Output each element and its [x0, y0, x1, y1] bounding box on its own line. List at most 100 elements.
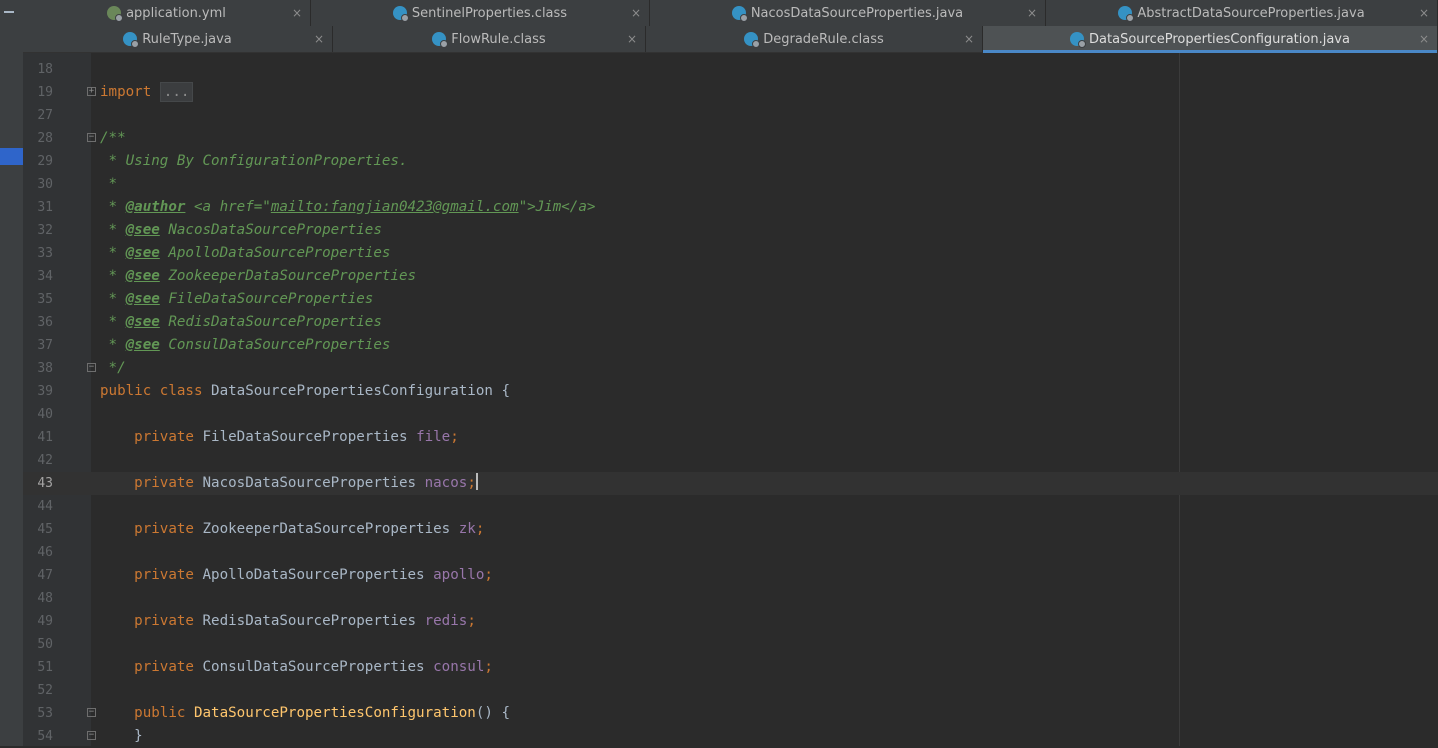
close-icon[interactable]: × [1419, 6, 1429, 20]
code-text: private ConsulDataSourceProperties consu… [100, 656, 493, 679]
code-line[interactable]: 46 [23, 541, 1438, 564]
code-line[interactable]: 35 * @see FileDataSourceProperties [23, 288, 1438, 311]
close-icon[interactable]: × [627, 32, 637, 46]
folded-imports[interactable]: ... [159, 82, 194, 102]
code-line[interactable]: 29 * Using By ConfigurationProperties. [23, 150, 1438, 173]
code-line[interactable]: 18 [23, 58, 1438, 81]
line-number: 40 [37, 407, 53, 422]
code-line[interactable]: 47 private ApolloDataSourceProperties ap… [23, 564, 1438, 587]
code-line[interactable]: 43 private NacosDataSourceProperties nac… [23, 472, 1438, 495]
code-line[interactable]: 49 private RedisDataSourceProperties red… [23, 610, 1438, 633]
doc-comment-prefix: * [100, 337, 126, 353]
tab-label: FlowRule.class [451, 31, 546, 47]
code-text: * [100, 173, 118, 196]
field-type: FileDataSourceProperties [193, 429, 417, 445]
keyword: import [100, 84, 152, 100]
code-text: * @see ApolloDataSourceProperties [100, 242, 391, 265]
doc-comment-prefix: * [100, 314, 126, 330]
line-number: 41 [37, 430, 53, 445]
field-name: nacos [424, 475, 468, 491]
semicolon: ; [484, 659, 493, 675]
code-line[interactable]: 19 + import ... [23, 81, 1438, 104]
tab-label: NacosDataSourceProperties.java [750, 5, 964, 21]
selection-marker [0, 148, 23, 165]
code-text: * @see ZookeeperDataSourceProperties [100, 265, 417, 288]
close-icon[interactable]: × [292, 6, 302, 20]
doc-comment-prefix: * [100, 268, 126, 284]
line-number: 27 [37, 108, 53, 123]
line-number: 34 [37, 269, 53, 284]
code-line[interactable]: 28 −/** [23, 127, 1438, 150]
code-line[interactable]: 51 private ConsulDataSourceProperties co… [23, 656, 1438, 679]
close-icon[interactable]: × [1419, 32, 1429, 46]
code-line[interactable]: 27 [23, 104, 1438, 127]
fold-collapse-icon[interactable]: − [87, 133, 96, 142]
code-line[interactable]: 42 [23, 449, 1438, 472]
constructor-name: DataSourcePropertiesConfiguration [185, 705, 476, 721]
class-icon [731, 6, 748, 22]
code-line[interactable]: 48 [23, 587, 1438, 610]
code-line[interactable]: 38 − */ [23, 357, 1438, 380]
doc-comment-prefix: * [100, 291, 126, 307]
editor-tab[interactable]: NacosDataSourceProperties.java × [650, 0, 1046, 26]
line-number: 36 [37, 315, 53, 330]
code-line[interactable]: 53 − public DataSourcePropertiesConfigura… [23, 702, 1438, 725]
fold-collapse-icon[interactable]: − [87, 708, 96, 717]
line-number: 35 [37, 292, 53, 307]
class-icon [432, 32, 449, 48]
editor-tab[interactable]: RuleType.java × [23, 26, 333, 52]
editor-tab[interactable]: AbstractDataSourceProperties.java × [1046, 0, 1438, 26]
close-icon[interactable]: × [314, 32, 324, 46]
field-type: ApolloDataSourceProperties [193, 567, 434, 583]
code-line[interactable]: 37 * @see ConsulDataSourceProperties [23, 334, 1438, 357]
code-line[interactable]: 33 * @see ApolloDataSourceProperties [23, 242, 1438, 265]
code-line[interactable]: 50 [23, 633, 1438, 656]
keyword: private [134, 429, 194, 445]
code-line[interactable]: 36 * @see RedisDataSourceProperties [23, 311, 1438, 334]
code-text: * @see RedisDataSourceProperties [100, 311, 382, 334]
line-number: 39 [37, 384, 53, 399]
editor-tabs-row-2: RuleType.java × FlowRule.class × DegradeRule… [23, 26, 1438, 53]
editor-tab[interactable]: FlowRule.class × [333, 26, 646, 52]
code-editor[interactable]: 18 19 + import ... 27 28−/** 29 * Using By Con… [23, 53, 1438, 746]
code-text: } [100, 725, 143, 748]
keyword: public [134, 705, 186, 721]
tab-label: SentinelProperties.class [411, 5, 568, 21]
code-line[interactable]: 32 * @see NacosDataSourceProperties [23, 219, 1438, 242]
doc-comment-text: ApolloDataSourceProperties [159, 245, 391, 261]
javadoc-tag: @see [125, 291, 160, 307]
doc-comment: */ [100, 360, 126, 376]
text-caret [475, 473, 478, 490]
code-line[interactable]: 39 public class DataSourcePropertiesConfi… [23, 380, 1438, 403]
close-icon[interactable]: × [964, 32, 974, 46]
line-number: 46 [37, 545, 53, 560]
code-line[interactable]: 54 − } [23, 725, 1438, 748]
editor-tab[interactable]: SentinelProperties.class × [311, 0, 650, 26]
code-line[interactable]: 34 * @see ZookeeperDataSourceProperties [23, 265, 1438, 288]
code-line[interactable]: 41 private FileDataSourceProperties file… [23, 426, 1438, 449]
code-line[interactable]: 45 private ZookeeperDataSourceProperties… [23, 518, 1438, 541]
editor-tab[interactable]: application.yml × [23, 0, 311, 26]
class-icon [392, 6, 409, 22]
field-name: redis [424, 613, 468, 629]
close-icon[interactable]: × [631, 6, 641, 20]
line-number: 47 [37, 568, 53, 583]
code-line[interactable]: 40 [23, 403, 1438, 426]
line-number: 31 [37, 200, 53, 215]
collapse-icon[interactable] [4, 11, 14, 13]
editor-tab[interactable]: DegradeRule.class × [646, 26, 983, 52]
code-line[interactable]: 52 [23, 679, 1438, 702]
code-line[interactable]: 31 * @author <a href="mailto:fangjian042… [23, 196, 1438, 219]
editor-tab[interactable]: DataSourcePropertiesConfiguration.java × [983, 26, 1438, 53]
close-icon[interactable]: × [1027, 6, 1037, 20]
mailto-link[interactable]: mailto:fangjian0423@gmail.com [271, 199, 519, 215]
fold-collapse-icon[interactable]: − [87, 363, 96, 372]
doc-comment: /** [100, 130, 126, 146]
fold-expand-icon[interactable]: + [87, 87, 96, 96]
code-text: private ApolloDataSourceProperties apoll… [100, 564, 493, 587]
code-line[interactable]: 44 [23, 495, 1438, 518]
code-line[interactable]: 30 * [23, 173, 1438, 196]
fold-collapse-icon[interactable]: − [87, 731, 96, 740]
